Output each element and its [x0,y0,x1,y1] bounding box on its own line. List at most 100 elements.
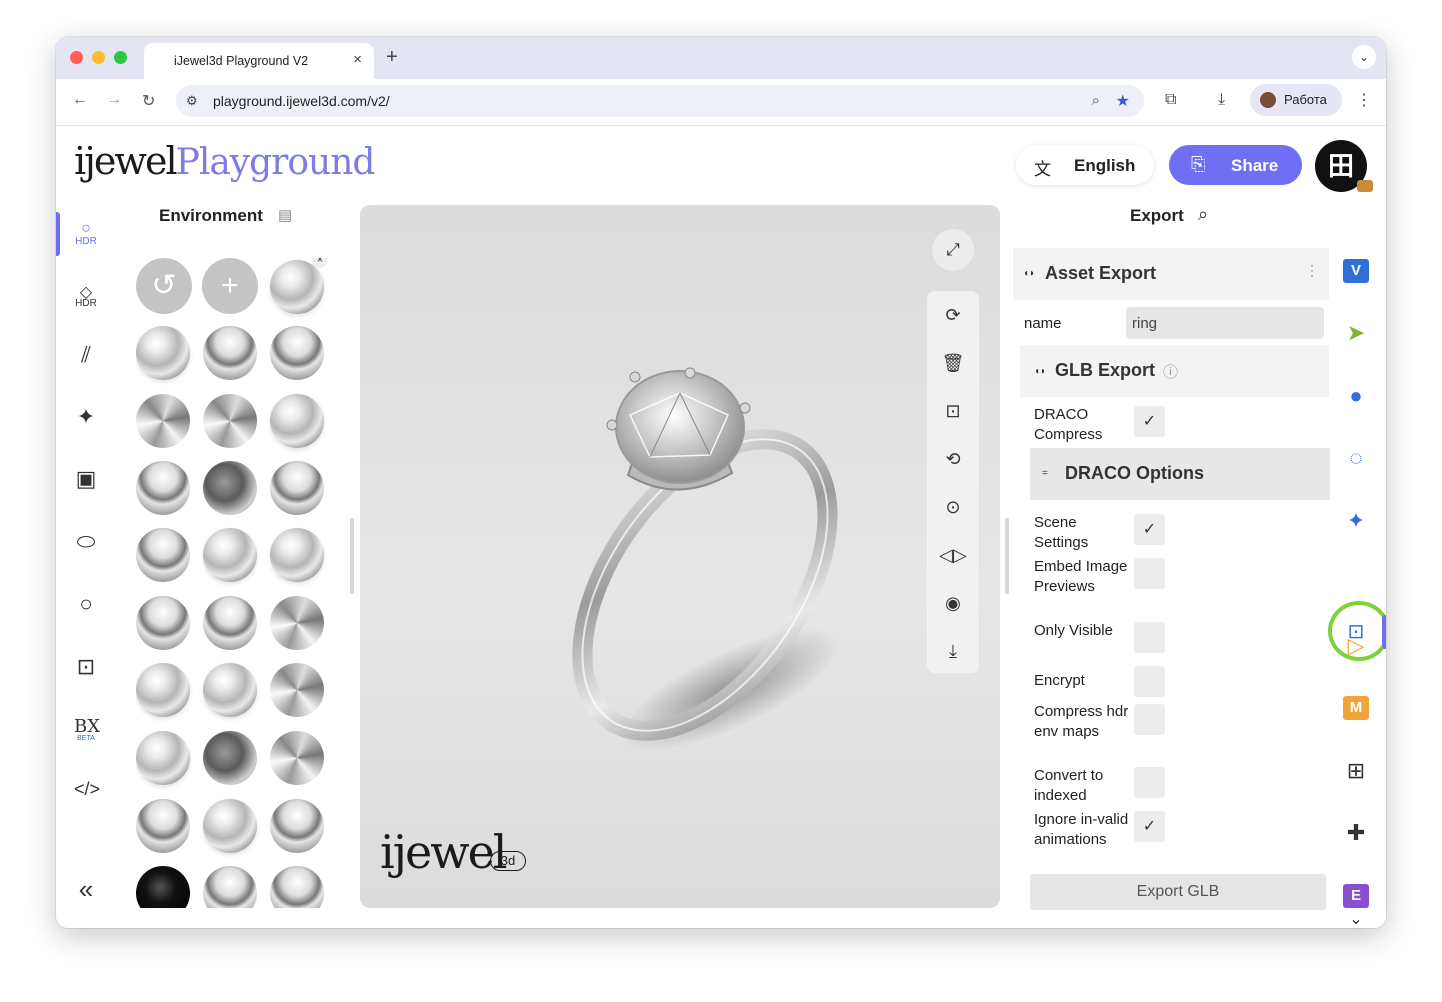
env-thumbnail[interactable] [136,528,190,582]
tab-close-icon[interactable]: × [353,51,362,68]
env-thumbnail[interactable] [203,528,257,582]
app-logo[interactable]: ijewelPlayground [74,139,375,189]
env-thumbnail[interactable] [203,596,257,650]
export-glb-button[interactable]: Export GLB [1030,874,1326,910]
env-thumbnail[interactable] [203,326,257,380]
rail-item-animation[interactable]: ◌ [1340,442,1372,474]
download-icon[interactable]: ⤓ [927,627,979,675]
env-thumbnail[interactable] [270,326,324,380]
rail-item-export[interactable]: ⊡ [56,646,116,696]
env-thumbnail[interactable] [136,596,190,650]
ignore-invalid-animations-checkbox[interactable]: ✓ [1134,811,1165,842]
play-icon[interactable]: ⊙ [927,483,979,531]
rail-item-ring[interactable]: ○ [56,583,116,633]
right-panel-resize-handle[interactable] [1005,518,1009,594]
env-thumbnail[interactable] [136,663,190,717]
rail-item-effects[interactable]: ✦ [56,396,116,446]
close-window-dot[interactable] [70,51,83,64]
env-thumbnail[interactable] [203,731,257,785]
camera-icon[interactable]: ◉ [927,579,979,627]
env-thumbnail[interactable] [136,731,190,785]
back-icon[interactable]: ← [72,91,88,109]
trash-icon[interactable]: 🗑 [927,339,979,387]
bookmark-star-icon[interactable]: ★ [1116,91,1130,111]
more-options-icon[interactable]: ⋮ [1305,262,1319,279]
rail-item-v-plugin[interactable]: V [1340,255,1372,287]
asset-export-header[interactable]: ◖◗ Asset Export ⋮ [1013,248,1329,300]
left-panel-resize-handle[interactable] [350,518,354,594]
env-thumbnail[interactable] [203,866,257,908]
zoom-icon[interactable]: ⌕ [1092,92,1100,109]
env-thumbnail[interactable] [270,731,324,785]
rail-item-ground[interactable]: ⬭ [56,521,116,571]
3d-viewport[interactable]: ⤢ ⟳ 🗑 ⊡ ⟲ ⊙ ◁▷ ◉ ⤓ ijewel 3d [360,205,1000,908]
glb-export-header[interactable]: ◖◗ GLB Export ⓘ [1020,345,1329,397]
reload-icon[interactable]: ↻ [142,91,155,111]
downloads-icon[interactable]: ⤓ [1218,91,1225,109]
env-thumbnail[interactable] [136,326,190,380]
env-thumbnail[interactable] [136,866,190,908]
environment-info-icon[interactable]: ▤ [278,206,292,224]
env-remove-icon[interactable]: × [312,258,328,268]
language-button[interactable]: 文 English [1016,145,1154,185]
env-thumbnail[interactable] [270,663,324,717]
auto-rotate-icon[interactable]: ⟲ [927,435,979,483]
maximize-window-dot[interactable] [114,51,127,64]
embed-image-previews-checkbox[interactable] [1134,558,1165,589]
new-tab-button[interactable]: + [386,46,398,69]
add-environment-button[interactable]: + [202,258,258,314]
export-search-icon[interactable]: ⌕ [1198,204,1208,225]
convert-to-indexed-checkbox[interactable] [1134,767,1165,798]
env-thumbnail[interactable] [136,799,190,853]
env-thumbnail[interactable] [203,394,257,448]
compress-hdr-env-maps-checkbox[interactable] [1134,704,1165,735]
reset-environment-button[interactable]: ↺ [136,258,192,314]
only-visible-checkbox[interactable] [1134,622,1165,653]
rail-item-bx-beta[interactable]: BX BETA [56,708,116,758]
compare-icon[interactable]: ◁▷ [927,531,979,579]
address-bar[interactable]: ⚙ playground.ijewel3d.com/v2/ ⌕ ★ [176,85,1144,117]
env-thumbnail[interactable] [203,461,257,515]
draco-options-header[interactable]: = DRACO Options [1030,448,1330,500]
rail-item-grid[interactable]: ⊞ [1340,755,1372,787]
env-thumbnail[interactable] [270,528,324,582]
rail-expand-button[interactable]: ⌄ [1340,912,1372,928]
rail-item-plugins[interactable]: ✚ [1340,817,1372,849]
browser-tab[interactable]: iJewel3d Playground V2 × [144,43,374,79]
env-thumbnail[interactable] [136,461,190,515]
rail-item-images[interactable]: ▣ [56,458,116,508]
env-thumbnail[interactable] [136,394,190,448]
env-thumbnail[interactable] [270,394,324,448]
url-text[interactable]: playground.ijewel3d.com/v2/ [213,93,390,109]
env-thumbnail[interactable] [270,799,324,853]
rotate-icon[interactable]: ⟳ [927,291,979,339]
env-thumbnail[interactable] [270,866,324,908]
site-settings-icon[interactable]: ⚙ [186,93,198,109]
rail-item-hdr-diamond[interactable]: ◇ HDR [56,274,116,324]
profile-chip[interactable]: Работа [1250,84,1342,116]
fullscreen-icon[interactable]: ⤢ [932,229,974,271]
info-icon[interactable]: ⓘ [1163,361,1178,382]
name-input[interactable] [1126,307,1324,339]
focus-icon[interactable]: ⊡ [927,387,979,435]
extensions-icon[interactable]: ⧉ [1165,91,1176,109]
rail-item-m-plugin[interactable]: M [1340,692,1372,724]
rail-item-e-plugin[interactable]: E [1340,880,1372,912]
rail-item-pointer[interactable]: ➤ [1340,317,1372,349]
rail-item-render-play[interactable]: ▷ [1340,630,1372,662]
rail-item-background[interactable]: ⫽ [56,334,116,384]
rail-item-hdr-environment[interactable]: ○ HDR [56,212,116,262]
encrypt-checkbox[interactable] [1134,666,1165,697]
user-avatar[interactable]: 田 [1315,140,1373,192]
draco-compress-checkbox[interactable]: ✓ [1134,406,1165,437]
rail-collapse-button[interactable]: « [56,866,116,916]
rail-item-code[interactable]: </> [56,771,116,821]
rail-item-sparkle[interactable]: ✦ [1340,505,1372,537]
env-thumbnail[interactable] [203,663,257,717]
browser-menu-icon[interactable]: ⋮ [1356,90,1372,110]
forward-icon[interactable]: → [106,91,122,109]
tab-search-icon[interactable]: ⌄ [1352,45,1376,69]
env-thumbnail[interactable] [203,799,257,853]
env-thumbnail[interactable] [270,596,324,650]
minimize-window-dot[interactable] [92,51,105,64]
